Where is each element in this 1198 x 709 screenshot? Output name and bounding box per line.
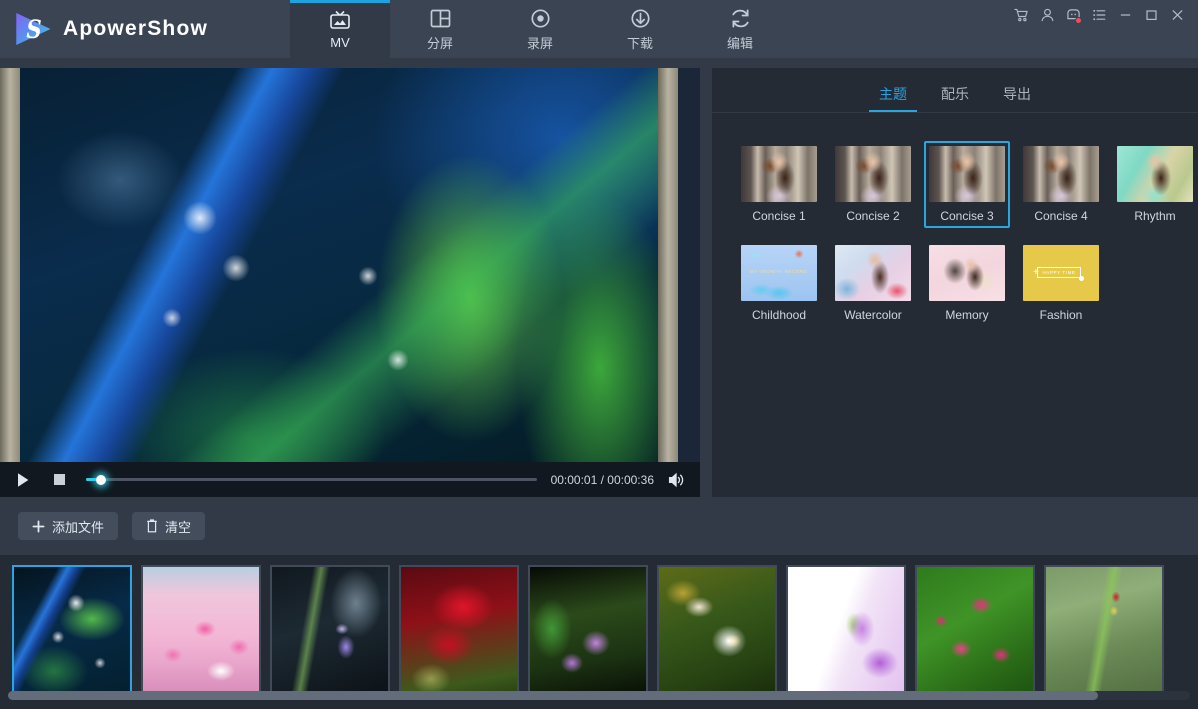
filmstrip-scrollbar[interactable] bbox=[8, 691, 1190, 700]
clear-button[interactable]: 清空 bbox=[132, 512, 205, 540]
nav-tab-label: 分屏 bbox=[427, 33, 453, 52]
theme-label: Concise 4 bbox=[1034, 209, 1087, 223]
filmstrip-item-6[interactable] bbox=[657, 565, 777, 693]
list-icon[interactable] bbox=[1086, 4, 1112, 26]
nav-tab-label: MV bbox=[330, 35, 350, 50]
add-files-button[interactable]: 添加文件 bbox=[18, 512, 118, 540]
preview-frame-image bbox=[0, 68, 700, 462]
theme-item-watercolor[interactable]: Watercolor bbox=[830, 240, 916, 327]
main-nav-tabs: MV 分屏 录屏 bbox=[290, 0, 790, 58]
theme-item-concise-1[interactable]: Concise 1 bbox=[736, 141, 822, 228]
volume-icon[interactable] bbox=[664, 467, 690, 493]
filmstrip-item-1[interactable] bbox=[12, 565, 132, 693]
theme-label: Watercolor bbox=[844, 308, 902, 322]
nav-tab-mv[interactable]: MV bbox=[290, 0, 390, 58]
notification-badge bbox=[1075, 17, 1082, 24]
nav-tab-label: 录屏 bbox=[527, 33, 553, 52]
timecode-label: 00:00:01 / 00:00:36 bbox=[551, 473, 654, 487]
app-title: ApowerShow bbox=[63, 17, 208, 41]
filmstrip-item-2[interactable] bbox=[141, 565, 261, 693]
plus-icon bbox=[32, 520, 45, 533]
theme-label: Concise 3 bbox=[940, 209, 993, 223]
theme-thumbnail: MY GROWTH RECORD bbox=[741, 245, 817, 301]
preview-left-edge-bar bbox=[0, 68, 20, 462]
close-icon[interactable] bbox=[1164, 4, 1190, 26]
theme-item-fashion[interactable]: + HAPPY TIME Fashion bbox=[1018, 240, 1104, 327]
record-icon bbox=[529, 6, 552, 30]
seek-slider[interactable] bbox=[86, 471, 537, 489]
theme-grid: Concise 1 Concise 2 Concise 3 Concise 4 … bbox=[712, 113, 1198, 327]
seek-handle[interactable] bbox=[96, 475, 106, 485]
nav-tab-screen-record[interactable]: 录屏 bbox=[490, 0, 590, 58]
theme-label: Childhood bbox=[752, 308, 806, 322]
preview-right-edge-bar bbox=[658, 68, 678, 462]
nav-tab-label: 下载 bbox=[627, 33, 653, 52]
media-toolbar: 添加文件 清空 bbox=[0, 497, 700, 555]
theme-item-concise-4[interactable]: Concise 4 bbox=[1018, 141, 1104, 228]
video-preview[interactable] bbox=[0, 68, 700, 462]
minimize-icon[interactable] bbox=[1112, 4, 1138, 26]
theme-thumbnail bbox=[741, 146, 817, 202]
filmstrip-item-3[interactable] bbox=[270, 565, 390, 693]
panel-tabs: 主题 配乐 导出 bbox=[712, 68, 1198, 113]
filmstrip-row bbox=[0, 565, 1198, 693]
title-bar: S ApowerShow MV 分屏 bbox=[0, 0, 1198, 58]
split-screen-icon bbox=[429, 6, 452, 30]
right-panel: 主题 配乐 导出 Concise 1 Concise 2 Concise 3 C… bbox=[712, 68, 1198, 497]
theme-label: Rhythm bbox=[1134, 209, 1175, 223]
clear-label: 清空 bbox=[165, 517, 191, 536]
filmstrip-item-7[interactable] bbox=[786, 565, 906, 693]
message-icon[interactable] bbox=[1060, 4, 1086, 26]
panel-tab-export[interactable]: 导出 bbox=[1003, 84, 1031, 112]
theme-label: Concise 1 bbox=[752, 209, 805, 223]
filmstrip-item-9[interactable] bbox=[1044, 565, 1164, 693]
play-button[interactable] bbox=[10, 467, 36, 493]
nav-tab-label: 编辑 bbox=[727, 33, 753, 52]
theme-label: Concise 2 bbox=[846, 209, 899, 223]
filmstrip-item-8[interactable] bbox=[915, 565, 1035, 693]
theme-overlay-text: MY GROWTH RECORD bbox=[750, 269, 807, 274]
cart-icon[interactable] bbox=[1008, 4, 1034, 26]
theme-label: Memory bbox=[945, 308, 988, 322]
theme-item-memory[interactable]: Memory bbox=[924, 240, 1010, 327]
tv-icon bbox=[328, 8, 352, 32]
download-icon bbox=[629, 6, 652, 30]
theme-thumbnail bbox=[1117, 146, 1193, 202]
panel-tab-theme[interactable]: 主题 bbox=[879, 84, 907, 112]
media-filmstrip bbox=[0, 555, 1198, 709]
filmstrip-item-4[interactable] bbox=[399, 565, 519, 693]
theme-thumbnail bbox=[929, 245, 1005, 301]
filmstrip-item-5[interactable] bbox=[528, 565, 648, 693]
nav-tab-download[interactable]: 下载 bbox=[590, 0, 690, 58]
dot-mark-icon bbox=[1079, 276, 1084, 281]
add-files-label: 添加文件 bbox=[52, 517, 104, 536]
window-controls bbox=[1008, 0, 1198, 58]
apowershow-logo-icon: S bbox=[14, 10, 52, 48]
filmstrip-scrollbar-thumb[interactable] bbox=[8, 691, 1098, 700]
theme-item-rhythm[interactable]: Rhythm bbox=[1112, 141, 1198, 228]
theme-item-concise-3[interactable]: Concise 3 bbox=[924, 141, 1010, 228]
nav-tab-edit[interactable]: 编辑 bbox=[690, 0, 790, 58]
theme-thumbnail bbox=[929, 146, 1005, 202]
theme-item-concise-2[interactable]: Concise 2 bbox=[830, 141, 916, 228]
theme-thumbnail bbox=[835, 146, 911, 202]
theme-thumbnail bbox=[835, 245, 911, 301]
stop-button[interactable] bbox=[46, 467, 72, 493]
trash-icon bbox=[146, 519, 158, 533]
nav-tab-split-screen[interactable]: 分屏 bbox=[390, 0, 490, 58]
theme-thumbnail bbox=[1023, 146, 1099, 202]
app-brand: S ApowerShow bbox=[0, 0, 290, 58]
theme-item-childhood[interactable]: MY GROWTH RECORD Childhood bbox=[736, 240, 822, 327]
theme-overlay-text: HAPPY TIME bbox=[1038, 270, 1080, 275]
user-icon[interactable] bbox=[1034, 4, 1060, 26]
preview-right-gutter bbox=[678, 68, 700, 462]
player-controls-bar: 00:00:01 / 00:00:36 bbox=[0, 462, 700, 497]
theme-thumbnail: + HAPPY TIME bbox=[1023, 245, 1099, 301]
seek-track bbox=[86, 478, 537, 481]
theme-label: Fashion bbox=[1040, 308, 1083, 322]
maximize-icon[interactable] bbox=[1138, 4, 1164, 26]
panel-tab-music[interactable]: 配乐 bbox=[941, 84, 969, 112]
refresh-icon bbox=[729, 6, 752, 30]
